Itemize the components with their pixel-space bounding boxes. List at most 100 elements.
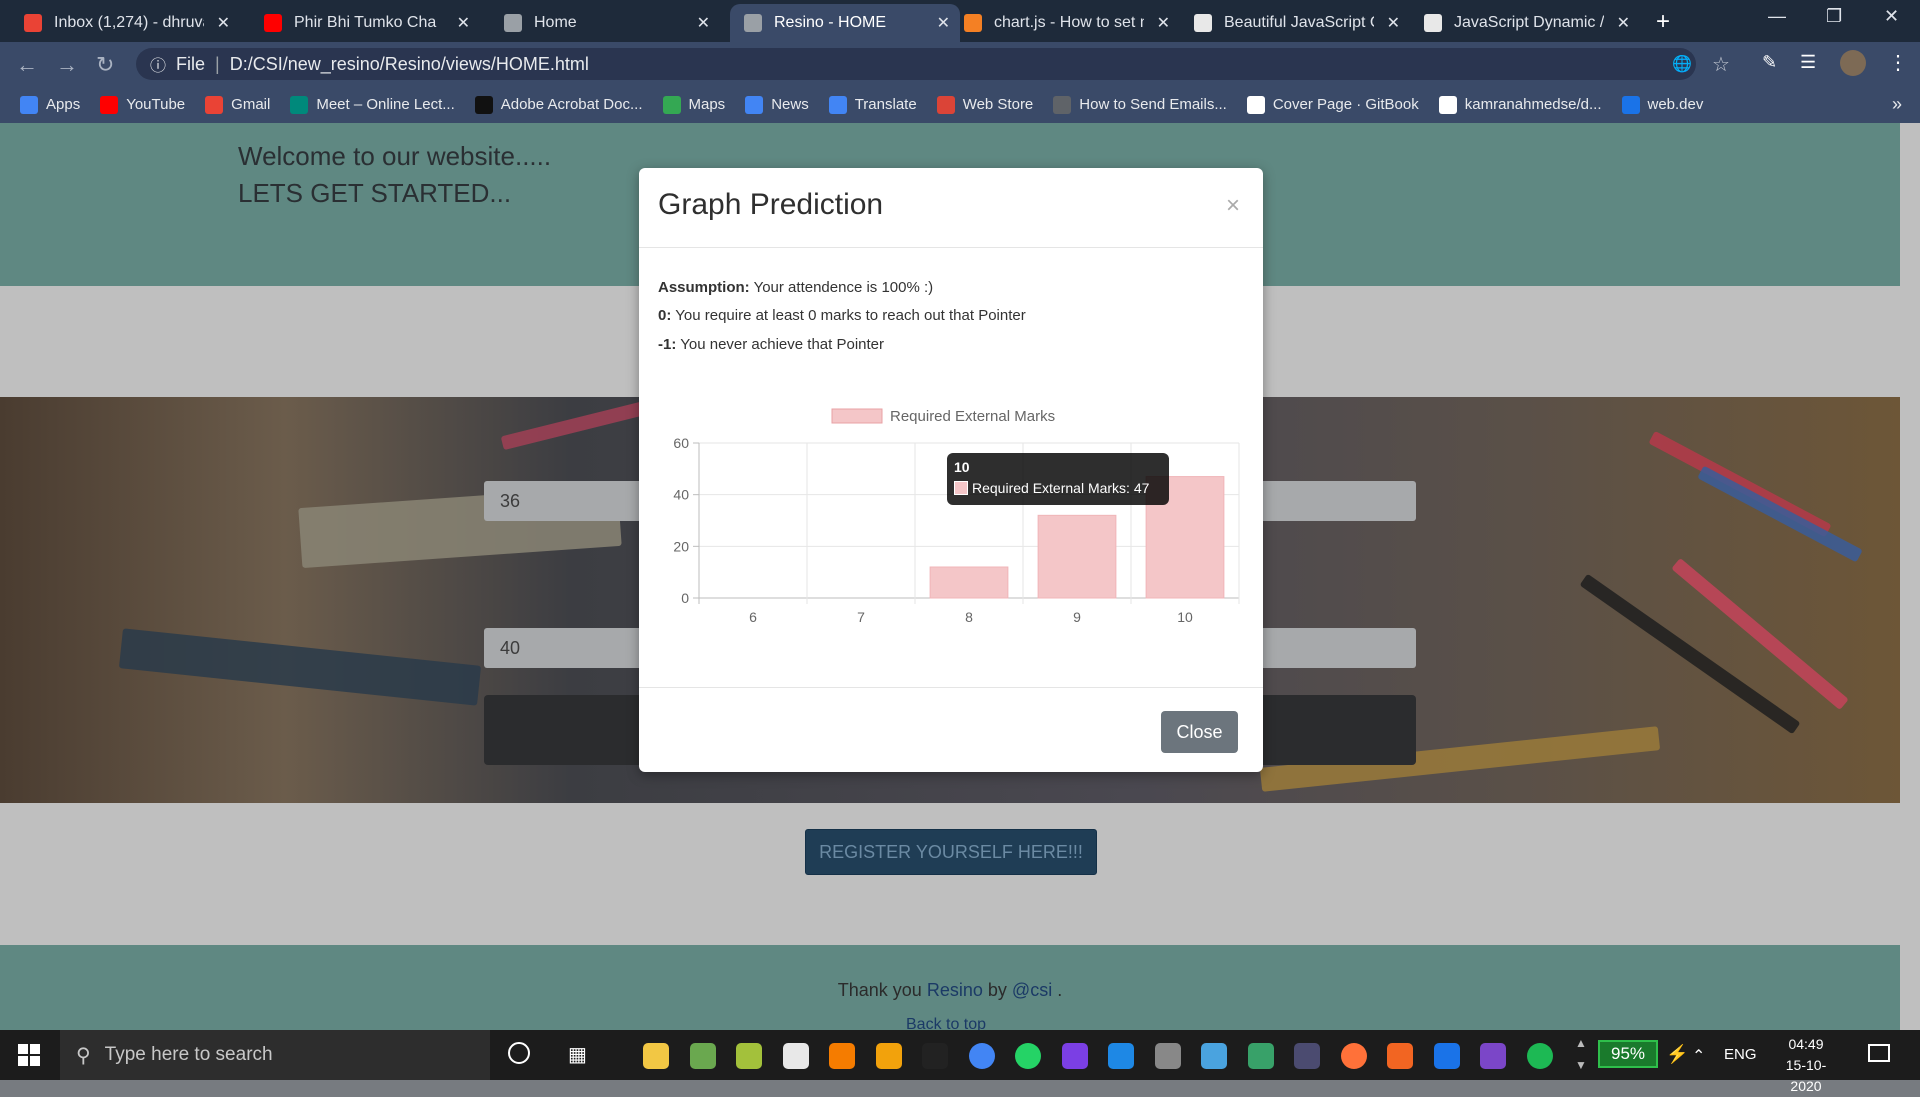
tab-6[interactable]: JavaScript Dynamic / Li ✕ bbox=[1410, 4, 1640, 42]
restore-icon[interactable]: ❐ bbox=[1826, 6, 1842, 27]
modal-header-divider bbox=[639, 247, 1263, 248]
webstore-icon bbox=[936, 95, 955, 114]
bookmark-item[interactable]: Apps bbox=[20, 95, 81, 114]
address-bar[interactable]: ⓘ File | D:/CSI/new_resino/Resino/views/… bbox=[136, 48, 1696, 80]
taskbar-scroll-arrows[interactable]: ▲ ▼ bbox=[1575, 1032, 1587, 1076]
new-tab-button[interactable]: + bbox=[1656, 8, 1670, 36]
reload-icon[interactable]: ↻ bbox=[96, 52, 114, 78]
tab-3[interactable]: Resino - HOME ✕ bbox=[730, 4, 960, 42]
translate-page-icon[interactable]: 🌐 bbox=[1672, 54, 1692, 74]
obs-icon[interactable] bbox=[1154, 1043, 1181, 1069]
visual-studio-icon[interactable] bbox=[1480, 1043, 1506, 1069]
bookmark-item[interactable]: Gmail bbox=[205, 95, 270, 114]
media-control-icon[interactable]: ☰ bbox=[1800, 52, 1816, 73]
bookmark-star-icon[interactable]: ☆ bbox=[1712, 52, 1730, 77]
bookmark-item[interactable]: Cover Page · GitBook bbox=[1246, 95, 1419, 114]
back-icon[interactable]: ← bbox=[16, 52, 38, 78]
bookmark-item[interactable]: kamranahmedse/d... bbox=[1438, 95, 1602, 114]
csi-link[interactable]: @csi bbox=[1012, 980, 1052, 1000]
tab-5[interactable]: Beautiful JavaScript Ch ✕ bbox=[1180, 4, 1410, 42]
zero-label: 0: bbox=[658, 307, 672, 324]
app-icon[interactable] bbox=[1201, 1043, 1227, 1069]
bookmarks-overflow-button[interactable]: » bbox=[1892, 94, 1902, 115]
url-text: D:/CSI/new_resino/Resino/views/HOME.html bbox=[229, 53, 589, 74]
bookmark-item[interactable]: Translate bbox=[828, 95, 917, 114]
bookmark-item[interactable]: Meet – Online Lect... bbox=[290, 95, 455, 114]
bookmark-item[interactable]: Adobe Acrobat Doc... bbox=[474, 95, 643, 114]
bookmark-item[interactable]: Web Store bbox=[936, 95, 1033, 114]
pycharm-icon[interactable] bbox=[922, 1043, 948, 1069]
xampp-icon[interactable] bbox=[829, 1043, 855, 1069]
bookmark-item[interactable]: Maps bbox=[662, 95, 725, 114]
tab-close-icon[interactable]: ✕ bbox=[217, 13, 230, 33]
bookmark-label: kamranahmedse/d... bbox=[1464, 96, 1602, 113]
tab-close-icon[interactable]: ✕ bbox=[1157, 13, 1170, 33]
bookmark-label: Meet – Online Lect... bbox=[316, 96, 455, 113]
windows-start-icon[interactable] bbox=[18, 1044, 40, 1066]
tab-4[interactable]: chart.js - How to set m ✕ bbox=[950, 4, 1180, 42]
bookmark-item[interactable]: YouTube bbox=[100, 95, 185, 114]
window-close-icon[interactable]: ✕ bbox=[1884, 6, 1899, 27]
extensions-icon[interactable]: ✎ bbox=[1762, 52, 1777, 73]
clock-date: 15-10-2020 bbox=[1785, 1057, 1827, 1094]
teamviewer-icon[interactable] bbox=[1433, 1043, 1460, 1069]
bookmark-item[interactable]: News bbox=[745, 95, 809, 114]
tab-close-icon[interactable]: ✕ bbox=[457, 13, 470, 33]
gitbook-icon bbox=[1246, 95, 1265, 114]
tab-1[interactable]: Phir Bhi Tumko Cha ✕ bbox=[250, 4, 480, 42]
bookmark-item[interactable]: web.dev bbox=[1621, 95, 1704, 114]
profile-avatar[interactable] bbox=[1840, 50, 1866, 76]
notepad-icon[interactable] bbox=[736, 1043, 762, 1069]
tab-0[interactable]: Inbox (1,274) - dhruvali ✕ bbox=[10, 4, 240, 42]
minimize-icon[interactable]: — bbox=[1768, 6, 1786, 27]
tab-close-icon[interactable]: ✕ bbox=[1387, 13, 1400, 33]
sublime-text-icon[interactable] bbox=[875, 1043, 902, 1069]
vscode-icon[interactable] bbox=[1108, 1043, 1134, 1069]
spotify-icon[interactable] bbox=[1526, 1043, 1553, 1069]
bookmark-label: web.dev bbox=[1647, 96, 1704, 113]
close-button[interactable]: Close bbox=[1161, 711, 1238, 753]
postman-icon[interactable] bbox=[1387, 1043, 1413, 1069]
android-studio-icon[interactable] bbox=[689, 1043, 716, 1069]
task-view-icon[interactable]: ▦ bbox=[568, 1042, 587, 1067]
tab-2[interactable]: Home ✕ bbox=[490, 4, 720, 42]
clock[interactable]: 04:49 15-10-2020 bbox=[1772, 1034, 1840, 1097]
taskbar-search-box[interactable]: ⚲ Type here to search bbox=[60, 1030, 490, 1080]
language-indicator[interactable]: ENG bbox=[1724, 1046, 1757, 1063]
file-explorer-icon[interactable] bbox=[643, 1043, 669, 1069]
git-icon[interactable] bbox=[1247, 1043, 1274, 1069]
welcome-line-2: LETS GET STARTED... bbox=[238, 178, 512, 208]
globe-icon bbox=[744, 14, 762, 32]
battery-indicator[interactable]: 95% bbox=[1598, 1040, 1658, 1068]
book-shape bbox=[118, 628, 482, 706]
modal-close-icon[interactable]: × bbox=[1226, 192, 1240, 220]
chrome-icon[interactable] bbox=[968, 1043, 995, 1069]
chart-bar bbox=[929, 566, 1009, 599]
app-icon[interactable] bbox=[1061, 1043, 1088, 1069]
y-tick-label: 20 bbox=[673, 538, 689, 554]
cortana-icon[interactable] bbox=[508, 1042, 530, 1064]
tray-chevron-icon[interactable]: ⌃ bbox=[1692, 1046, 1705, 1066]
tab-close-icon[interactable]: ✕ bbox=[1617, 13, 1630, 33]
zero-note: 0: You require at least 0 marks to reach… bbox=[658, 307, 1026, 324]
eclipse-icon[interactable] bbox=[1294, 1043, 1320, 1069]
app-icon[interactable] bbox=[782, 1043, 809, 1069]
minus-one-label: -1: bbox=[658, 336, 677, 353]
notification-icon[interactable] bbox=[1868, 1044, 1890, 1062]
modal-footer-divider bbox=[639, 687, 1263, 688]
apps-grid-icon bbox=[20, 95, 38, 114]
info-icon[interactable]: ⓘ bbox=[150, 52, 166, 76]
resino-link[interactable]: Resino bbox=[927, 980, 983, 1000]
bookmark-label: Apps bbox=[46, 96, 81, 113]
chrome-menu-icon[interactable]: ⋮ bbox=[1888, 50, 1908, 75]
legend-label: Required External Marks bbox=[890, 408, 1055, 425]
bookmark-label: How to Send Emails... bbox=[1079, 96, 1227, 113]
register-button[interactable]: REGISTER YOURSELF HERE!!! bbox=[805, 829, 1097, 875]
tab-close-icon[interactable]: ✕ bbox=[937, 13, 950, 33]
whatsapp-icon[interactable] bbox=[1015, 1043, 1041, 1069]
bookmark-item[interactable]: How to Send Emails... bbox=[1053, 95, 1227, 114]
tab-close-icon[interactable]: ✕ bbox=[697, 13, 710, 33]
firefox-icon[interactable] bbox=[1340, 1043, 1367, 1069]
y-tick-label: 40 bbox=[673, 487, 689, 503]
forward-icon[interactable]: → bbox=[56, 52, 78, 78]
